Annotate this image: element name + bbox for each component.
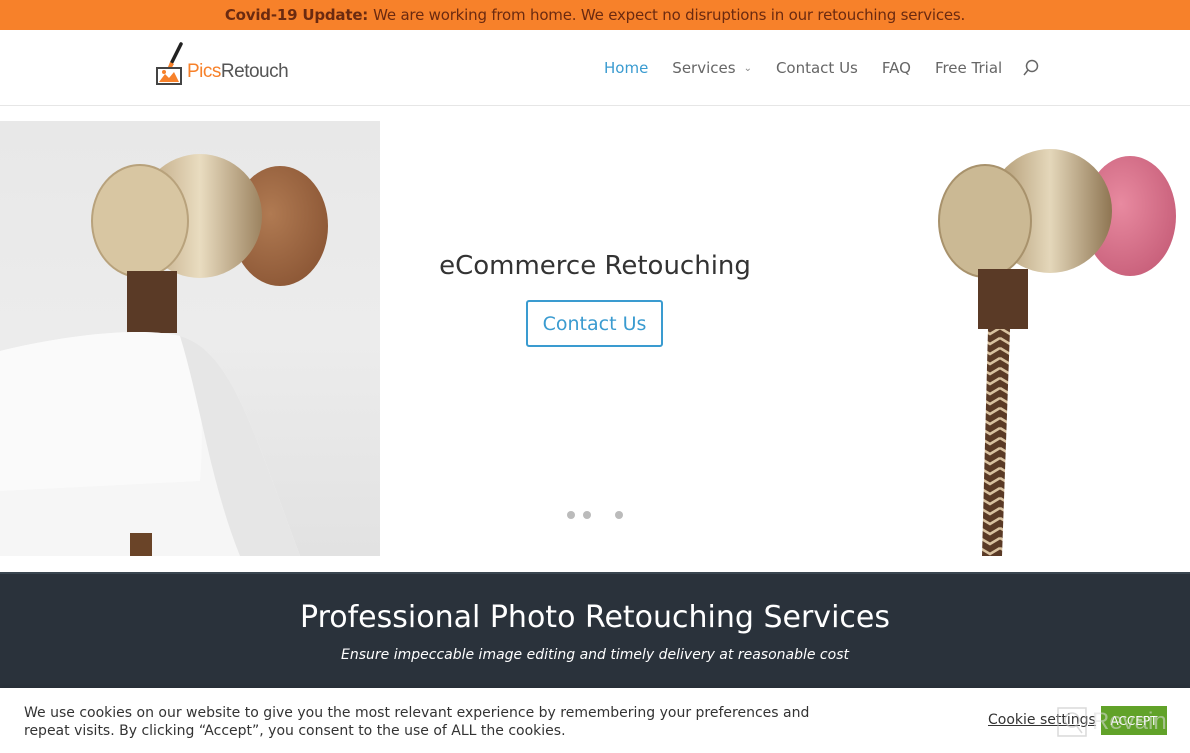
announcement-label: Covid-19 Update: (224, 6, 369, 24)
hero-image-right (900, 136, 1190, 556)
nav-services[interactable]: Services ⌄ (672, 59, 752, 77)
main-nav: Home Services ⌄ Contact Us FAQ Free Tria… (604, 30, 1040, 106)
logo[interactable]: PicsRetouch (155, 40, 290, 86)
hero-image-left (0, 121, 380, 556)
site-header: PicsRetouch Home Services ⌄ Contact Us F… (0, 30, 1190, 106)
nav-contact-us[interactable]: Contact Us (776, 59, 858, 77)
band-title: Professional Photo Retouching Services (300, 600, 890, 635)
announcement-bar: Covid-19 Update: We are working from hom… (0, 0, 1190, 30)
logo-text: PicsRetouch (187, 61, 289, 82)
band-subtitle: Ensure impeccable image editing and time… (341, 647, 849, 663)
services-band: Professional Photo Retouching Services E… (0, 572, 1190, 688)
accept-cookies-button[interactable]: ACCEPT (1101, 706, 1167, 735)
slider-pagination (567, 511, 623, 519)
nav-free-trial[interactable]: Free Trial (935, 59, 1002, 77)
nav-faq[interactable]: FAQ (882, 59, 911, 77)
brush-frame-icon (155, 42, 185, 86)
slider-dot-active[interactable] (599, 511, 607, 519)
slider-dot[interactable] (583, 511, 591, 519)
search-icon[interactable] (1022, 59, 1040, 77)
hero-contact-button[interactable]: Contact Us (526, 300, 663, 347)
cookie-message: We use cookies on our website to give yo… (24, 705, 810, 739)
cookie-settings-link[interactable]: Cookie settings (988, 712, 1096, 728)
hero-slider: eCommerce Retouching Contact Us (0, 106, 1190, 572)
cookie-banner: We use cookies on our website to give yo… (0, 688, 1190, 753)
slider-dot[interactable] (567, 511, 575, 519)
slider-dot[interactable] (615, 511, 623, 519)
nav-home[interactable]: Home (604, 59, 648, 77)
announcement-text: We are working from home. We expect no d… (373, 6, 966, 24)
chevron-down-icon: ⌄ (743, 62, 752, 74)
